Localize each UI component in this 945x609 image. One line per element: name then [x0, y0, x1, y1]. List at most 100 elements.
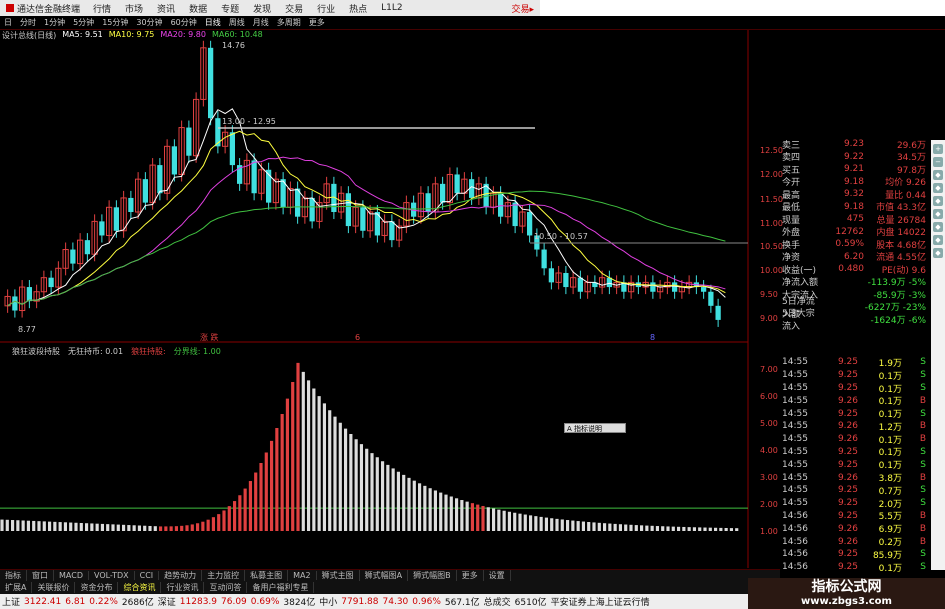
menu-item-topic[interactable]: 专题	[214, 2, 246, 15]
menu-item-trade[interactable]: 交易	[278, 2, 310, 15]
menu-item-quote[interactable]: 行情	[86, 2, 118, 15]
quote-extra: 97.8万	[896, 165, 926, 176]
indicator-tab[interactable]: MACD	[54, 571, 89, 580]
tick-time: 14:55	[782, 370, 808, 381]
tick-time: 14:55	[782, 472, 808, 483]
quote-row: 外盘 12762 内盘 14022	[782, 226, 930, 239]
period-monthly[interactable]: 月线	[249, 17, 273, 28]
candle-body	[99, 221, 105, 236]
axis-label: 11.50	[760, 195, 783, 204]
period-daily[interactable]: 日线	[201, 17, 225, 28]
indicator-tab[interactable]: 趋势动力	[159, 570, 203, 581]
menu-item-news[interactable]: 资讯	[150, 2, 182, 15]
sidebar-icon[interactable]: ◆	[933, 235, 943, 245]
candle-body	[309, 197, 315, 222]
chart-marker: 6	[355, 333, 360, 342]
menu-item-hot[interactable]: 热点	[342, 2, 374, 15]
indicator-tab[interactable]: 狮式幅图A	[360, 570, 409, 581]
tick-volume: 0.1万	[878, 435, 902, 446]
menu-item-data[interactable]: 数据	[182, 2, 214, 15]
indicator-popup[interactable]: A 指标说明	[564, 423, 626, 433]
quote-extra: 29.6万	[896, 140, 926, 151]
menu-item-l1l2[interactable]: L1L2	[374, 3, 409, 13]
period-30min[interactable]: 30分钟	[132, 17, 166, 28]
menu-item-industry[interactable]: 行业	[310, 2, 342, 15]
sidebar-icon[interactable]: ◆	[933, 183, 943, 193]
period-timeshare[interactable]: 分时	[16, 17, 40, 28]
tick-price: 9.26	[837, 536, 858, 547]
extension-tab[interactable]: 备用户福利专星	[247, 582, 315, 593]
extension-tab[interactable]: 资金分布	[75, 582, 119, 593]
tick-time: 14:55	[782, 408, 808, 419]
candle-body	[701, 287, 707, 292]
period-5min[interactable]: 5分钟	[69, 17, 98, 28]
tick-price: 9.26	[837, 434, 858, 445]
menu-item-market[interactable]: 市场	[118, 2, 150, 15]
tick-time: 14:55	[782, 446, 808, 457]
tick-time: 14:56	[782, 510, 808, 521]
sub-axis-label: 6.00	[760, 392, 778, 401]
tick-volume: 0.2万	[878, 538, 902, 549]
candle-body	[186, 127, 192, 156]
axis-label: 12.00	[760, 170, 783, 179]
extension-tab[interactable]: 综合资讯	[118, 582, 162, 593]
extension-tab[interactable]: 行业资讯	[161, 582, 205, 593]
indicator-tab[interactable]: 私募主图	[245, 570, 289, 581]
quote-extra: -85.9万 -3%	[873, 290, 926, 301]
quote-value: 6.20	[843, 251, 864, 262]
indicator-tab[interactable]: 狮式主图	[317, 570, 360, 581]
period-multi[interactable]: 多周期	[273, 17, 305, 28]
indicator-tab[interactable]: 狮式幅图B	[408, 570, 457, 581]
period-1min[interactable]: 1分钟	[40, 17, 69, 28]
candle-body	[672, 282, 678, 292]
period-15min[interactable]: 15分钟	[98, 17, 132, 28]
tick-price: 9.26	[837, 472, 858, 483]
sidebar-icon[interactable]: ◆	[933, 209, 943, 219]
indicator-chart[interactable]	[0, 346, 750, 568]
extension-tab[interactable]: 关联报价	[32, 582, 76, 593]
extension-tab[interactable]: 互动问答	[204, 582, 248, 593]
sh-amt: 2686亿	[121, 598, 154, 608]
indicator-tab[interactable]: 主力监控	[202, 570, 246, 581]
quote-extra: 内盘 14022	[876, 228, 927, 239]
candle-body	[208, 47, 214, 119]
tick-price: 9.25	[837, 498, 858, 509]
indicator-tab[interactable]: 窗口	[27, 570, 54, 581]
candlestick-chart[interactable]: 14.76 8.77 13.00 - 12.95 10.50 - 10.57 涨 跌 6 8	[0, 30, 750, 346]
sidebar-icon[interactable]: −	[933, 157, 943, 167]
quote-value: 12762	[835, 226, 864, 237]
period-weekly[interactable]: 周线	[225, 17, 249, 28]
tick-side: S	[920, 446, 926, 457]
sidebar-icon[interactable]: +	[933, 144, 943, 154]
candle-body	[142, 179, 148, 203]
candle-body	[360, 207, 366, 231]
quote-extra: 股本 4.68亿	[876, 240, 926, 251]
indicator-tab[interactable]: 更多	[457, 570, 484, 581]
period-day-icon[interactable]: 日	[0, 17, 16, 28]
indicator-tab[interactable]: 指标	[0, 570, 27, 581]
sh-name: 上证	[2, 598, 21, 608]
indicator-tab[interactable]: VOL-TDX	[89, 571, 135, 580]
period-60min[interactable]: 60分钟	[167, 17, 201, 28]
price-annotation: 14.76	[222, 41, 245, 50]
watermark-title: 指标公式网	[811, 579, 882, 596]
sz-pct: 0.69%	[250, 596, 280, 607]
extension-tab[interactable]: 扩展A	[0, 582, 33, 593]
sidebar-icon[interactable]: ◆	[933, 196, 943, 206]
trade-link[interactable]: 交易▸	[511, 2, 540, 15]
sidebar-icon[interactable]: ◆	[933, 170, 943, 180]
menu-item-discover[interactable]: 发现	[246, 2, 278, 15]
indicator-tab[interactable]: CCI	[135, 571, 160, 580]
quote-row: 净资 6.20 流通 4.55亿	[782, 251, 930, 264]
sidebar-icon[interactable]: ◆	[933, 222, 943, 232]
quote-row: 最低 9.18 市值 43.3亿	[782, 201, 930, 214]
indicator-tab[interactable]: 设置	[484, 570, 511, 581]
indicator-tab[interactable]: MA2	[288, 571, 317, 580]
sub-axis-label: 3.00	[760, 473, 778, 482]
quote-row: 买五 9.21 97.8万	[782, 163, 930, 176]
period-more[interactable]: 更多	[305, 17, 329, 28]
tick-row: 14:55 9.25 2.0万 S	[782, 497, 930, 510]
quote-label: 净资	[782, 253, 801, 264]
tick-time: 14:55	[782, 485, 808, 496]
sidebar-icon[interactable]: ◆	[933, 248, 943, 258]
